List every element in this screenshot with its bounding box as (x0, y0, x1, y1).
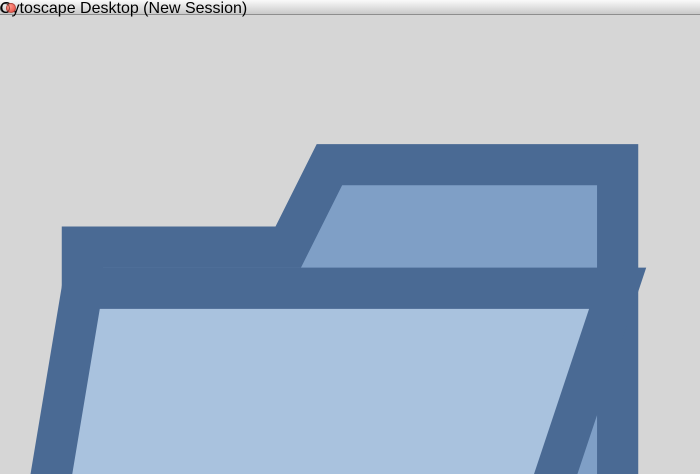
cytoscape-app: Cytoscape Desktop (New Session) Search: (0, 0, 700, 474)
zoom-network-window-button[interactable] (0, 3, 10, 13)
main-toolbar: Search: ▾ (0, 0, 700, 474)
window-title: Cytoscape Desktop (New Session) (0, 0, 700, 18)
window-titlebar: Cytoscape Desktop (New Session) (0, 0, 700, 15)
